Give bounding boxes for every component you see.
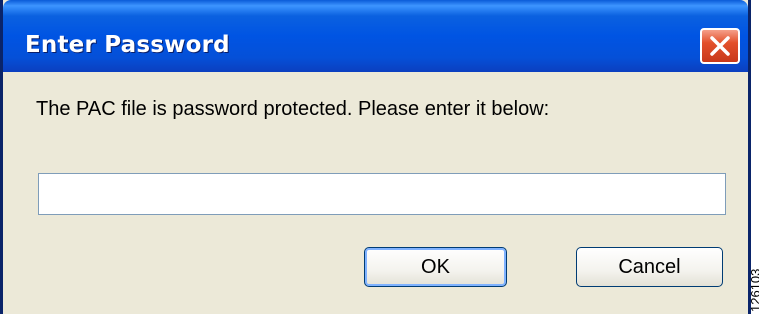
ok-button[interactable]: OK xyxy=(364,247,507,287)
title-bar[interactable]: Enter Password xyxy=(3,0,748,72)
dialog-body: The PAC file is password protected. Plea… xyxy=(3,72,748,314)
enter-password-dialog: Enter Password The PAC file is password … xyxy=(0,0,751,314)
figure-id: 126103 xyxy=(751,254,759,314)
prompt-message: The PAC file is password protected. Plea… xyxy=(36,98,550,120)
figure-id-text: 126103 xyxy=(751,268,759,312)
dialog-title: Enter Password xyxy=(25,32,230,58)
close-icon xyxy=(710,36,730,56)
cancel-button[interactable]: Cancel xyxy=(576,247,723,287)
password-input[interactable] xyxy=(38,173,726,215)
close-button[interactable] xyxy=(700,28,740,64)
